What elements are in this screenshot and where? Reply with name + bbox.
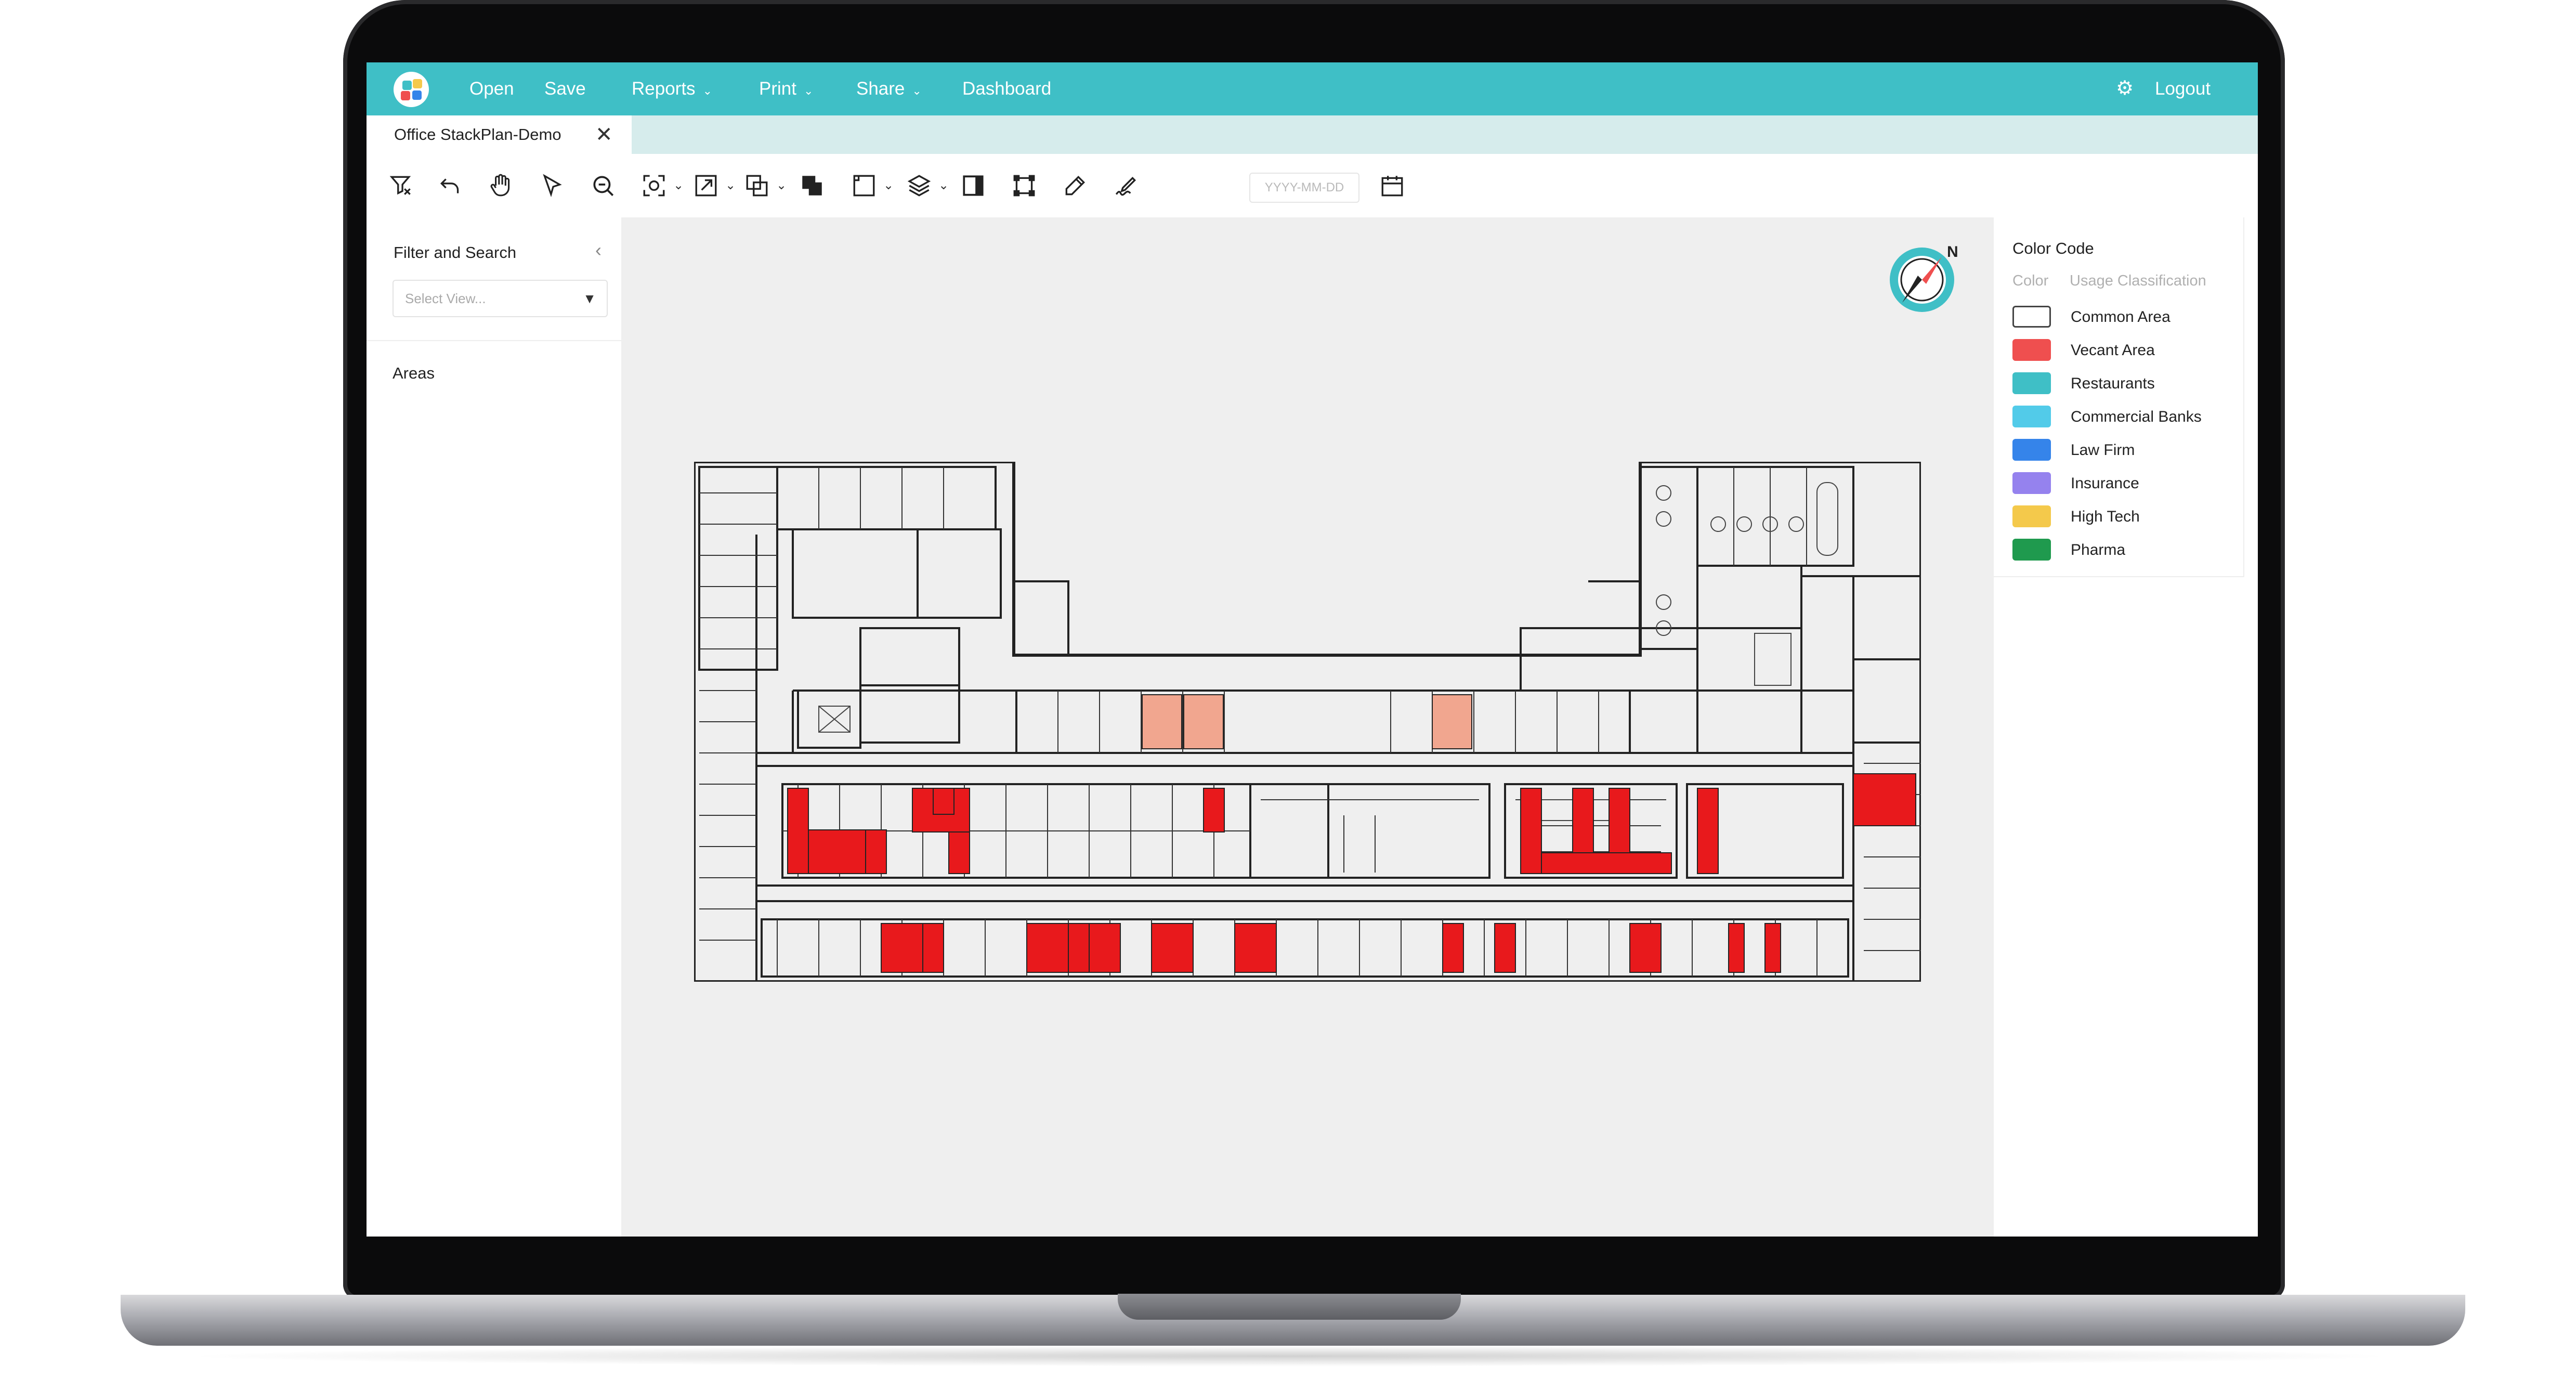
legend-swatch bbox=[2012, 339, 2051, 361]
nav-open-label: Open bbox=[469, 79, 514, 99]
merge-shape-icon[interactable] bbox=[798, 172, 826, 200]
toolbar: ⌄ ⌄ ⌄ ⌄ ⌄ YYYY-MM-DD bbox=[367, 154, 2258, 217]
edit-icon[interactable] bbox=[1061, 172, 1089, 200]
legend-label: Commercial Banks bbox=[2071, 405, 2202, 430]
logout-button[interactable]: Logout bbox=[2155, 62, 2211, 115]
nav-print[interactable]: Print ⌄ bbox=[759, 62, 813, 115]
nav-share[interactable]: Share ⌄ bbox=[856, 62, 922, 115]
legend-header-color: Color bbox=[2012, 272, 2048, 290]
date-input[interactable]: YYYY-MM-DD bbox=[1249, 173, 1359, 203]
top-nav: Open Save Reports ⌄ Print ⌄ Share ⌄ Dashboa… bbox=[367, 62, 2258, 115]
panel-toggle-icon[interactable] bbox=[959, 172, 987, 200]
nav-save[interactable]: Save bbox=[544, 62, 586, 115]
floorplan-canvas[interactable]: N bbox=[621, 217, 1994, 1237]
areas-heading: Areas bbox=[393, 364, 435, 383]
layers-icon[interactable] bbox=[905, 172, 933, 200]
legend-swatch bbox=[2012, 439, 2051, 461]
legend-label: Common Area bbox=[2071, 305, 2170, 330]
legend-swatch bbox=[2012, 539, 2051, 561]
select-view-placeholder: Select View... bbox=[405, 281, 486, 316]
legend-title: Color Code bbox=[2012, 239, 2094, 258]
chevron-down-icon: ⌄ bbox=[912, 84, 921, 97]
chevron-down-icon[interactable]: ⌄ bbox=[725, 178, 736, 193]
nav-open[interactable]: Open bbox=[469, 62, 514, 115]
legend-label: Vecant Area bbox=[2071, 338, 2155, 363]
nav-dashboard-label: Dashboard bbox=[962, 79, 1051, 99]
chevron-down-icon[interactable]: ⌄ bbox=[776, 178, 787, 193]
chevron-down-icon: ⌄ bbox=[703, 84, 712, 97]
legend-swatch bbox=[2012, 472, 2051, 494]
laptop-shadow bbox=[177, 1346, 2402, 1367]
chevron-down-icon[interactable]: ⌄ bbox=[938, 178, 949, 193]
chevron-down-icon[interactable]: ⌄ bbox=[673, 178, 684, 193]
legend-label: Insurance bbox=[2071, 471, 2139, 496]
compass-icon[interactable]: N bbox=[1885, 238, 1963, 316]
undo-icon[interactable] bbox=[436, 172, 464, 200]
caret-down-icon: ▼ bbox=[583, 281, 596, 316]
tab-bar: Office StackPlan-Demo ✕ bbox=[367, 115, 2258, 154]
legend-header-usage: Usage Classification bbox=[2070, 272, 2206, 290]
frame-icon[interactable] bbox=[850, 172, 878, 200]
chevron-down-icon[interactable]: ⌄ bbox=[883, 178, 894, 193]
filter-select-icon[interactable] bbox=[387, 172, 415, 200]
tab-label: Office StackPlan-Demo bbox=[394, 115, 561, 154]
nav-reports-label: Reports bbox=[632, 79, 696, 99]
nav-save-label: Save bbox=[544, 79, 586, 99]
app-logo-icon[interactable] bbox=[394, 72, 429, 107]
crop-icon[interactable] bbox=[1010, 172, 1038, 200]
nav-reports[interactable]: Reports ⌄ bbox=[632, 62, 712, 115]
legend-swatch bbox=[2012, 306, 2051, 328]
nav-print-label: Print bbox=[759, 79, 796, 99]
tab-office-stackplan[interactable]: Office StackPlan-Demo ✕ bbox=[367, 115, 632, 154]
gear-icon[interactable]: ⚙ bbox=[2114, 78, 2135, 99]
legend-label: High Tech bbox=[2071, 504, 2140, 529]
pan-hand-icon[interactable] bbox=[487, 172, 515, 200]
copy-shape-icon[interactable] bbox=[743, 172, 771, 200]
legend-label: Pharma bbox=[2071, 538, 2125, 563]
fit-view-icon[interactable] bbox=[640, 172, 668, 200]
chevron-down-icon: ⌄ bbox=[804, 84, 813, 97]
zoom-icon[interactable] bbox=[589, 172, 617, 200]
legend-box: Color Code Color Usage Classification Co… bbox=[1994, 217, 2244, 577]
divider bbox=[367, 340, 621, 341]
legend-swatch bbox=[2012, 505, 2051, 527]
laptop-notch bbox=[1118, 1294, 1461, 1320]
filter-panel-title: Filter and Search bbox=[394, 243, 516, 262]
legend-label: Restaurants bbox=[2071, 371, 2155, 396]
filter-panel: Filter and Search ‹ Select View... ▼ Are… bbox=[367, 217, 622, 1237]
nav-share-label: Share bbox=[856, 79, 905, 99]
resize-icon[interactable] bbox=[692, 172, 720, 200]
calendar-icon[interactable] bbox=[1378, 172, 1406, 200]
svg-text:N: N bbox=[1947, 243, 1958, 261]
select-arrow-icon[interactable] bbox=[538, 172, 566, 200]
legend-swatch bbox=[2012, 372, 2051, 394]
select-view-dropdown[interactable]: Select View... ▼ bbox=[393, 280, 608, 317]
close-icon[interactable]: ✕ bbox=[595, 115, 613, 154]
chevron-left-icon[interactable]: ‹ bbox=[595, 239, 601, 261]
nav-dashboard[interactable]: Dashboard bbox=[962, 62, 1051, 115]
legend-label: Law Firm bbox=[2071, 438, 2135, 463]
app-screen: Open Save Reports ⌄ Print ⌄ Share ⌄ Dashboa… bbox=[367, 62, 2258, 1237]
signature-icon[interactable] bbox=[1112, 172, 1140, 200]
legend-swatch bbox=[2012, 406, 2051, 427]
color-code-panel: Color Code Color Usage Classification Co… bbox=[1994, 217, 2258, 1237]
floor-plan bbox=[694, 462, 1921, 982]
